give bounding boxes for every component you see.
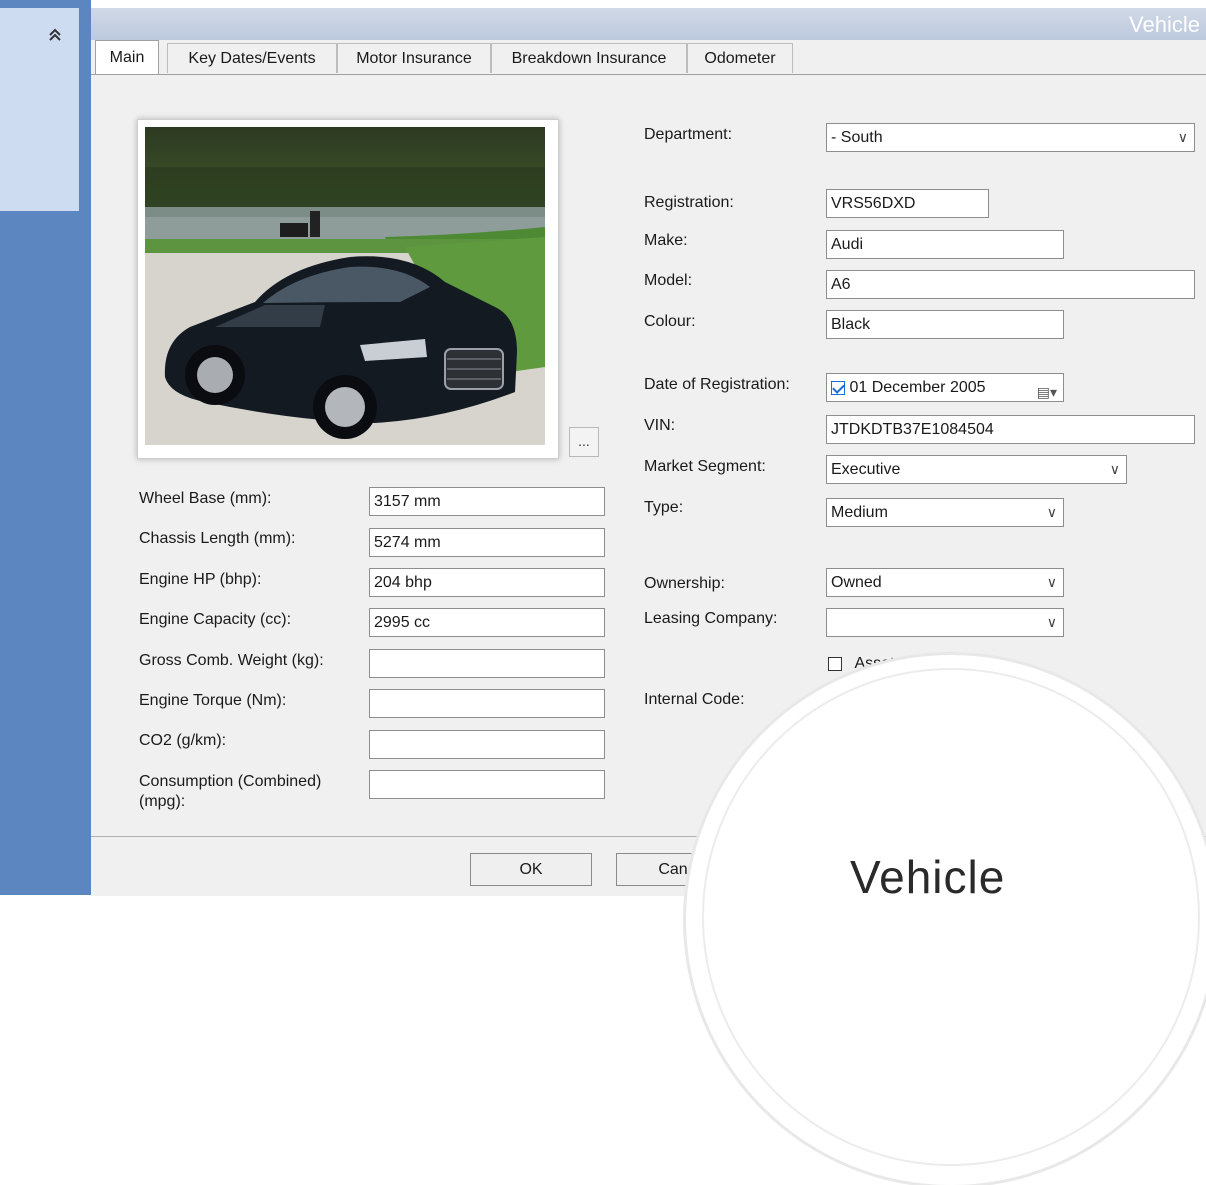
department-label: Department: xyxy=(644,126,733,143)
wheel-base-input[interactable]: 3157 mm xyxy=(369,487,605,516)
market-segment-value: Executive xyxy=(831,461,901,478)
consumption-label: Consumption (Combined) xyxy=(139,773,322,790)
tab-main[interactable]: Main xyxy=(95,40,159,74)
ownership-label: Ownership: xyxy=(644,575,725,592)
make-label: Make: xyxy=(644,232,688,249)
asset-checkbox[interactable] xyxy=(828,656,842,671)
model-input[interactable]: A6 xyxy=(826,270,1195,299)
date-of-registration-picker[interactable]: 01 December 2005 ▤▾ xyxy=(826,373,1064,402)
leasing-company-label: Leasing Company: xyxy=(644,610,778,627)
market-segment-select[interactable]: Executive ∨ xyxy=(826,455,1127,484)
vehicle-photo-frame xyxy=(137,119,559,459)
tab-strip: Main Key Dates/Events Motor Insurance Br… xyxy=(91,40,1206,74)
registration-input[interactable]: VRS56DXD xyxy=(826,189,989,218)
sidebar-header-panel xyxy=(0,8,79,211)
engine-hp-input[interactable]: 204 bhp xyxy=(369,568,605,597)
wheel-base-label: Wheel Base (mm): xyxy=(139,490,272,507)
vehicle-photo xyxy=(145,127,545,445)
ownership-select[interactable]: Owned ∨ xyxy=(826,568,1064,597)
chevron-down-icon: ∨ xyxy=(1046,504,1057,520)
window-titlebar: Vehicle xyxy=(91,8,1206,40)
type-label: Type: xyxy=(644,499,684,516)
chevron-down-icon: ∨ xyxy=(1177,129,1188,145)
date-of-registration-label: Date of Registration: xyxy=(644,376,790,393)
engine-capacity-label: Engine Capacity (cc): xyxy=(139,611,292,628)
registration-label: Registration: xyxy=(644,194,734,211)
vin-label: VIN: xyxy=(644,417,676,434)
engine-torque-label: Engine Torque (Nm): xyxy=(139,692,287,709)
type-value: Medium xyxy=(831,504,888,521)
type-select[interactable]: Medium ∨ xyxy=(826,498,1064,527)
model-label: Model: xyxy=(644,272,693,289)
department-value: - South xyxy=(831,129,883,146)
market-segment-label: Market Segment: xyxy=(644,458,766,475)
consumption-input[interactable] xyxy=(369,770,605,799)
chassis-length-input[interactable]: 5274 mm xyxy=(369,528,605,557)
engine-capacity-input[interactable]: 2995 cc xyxy=(369,608,605,637)
date-of-registration-value: 01 December 2005 xyxy=(849,379,986,396)
double-chevron-up-icon[interactable] xyxy=(48,26,62,47)
navigation-sidebar xyxy=(0,0,91,895)
chevron-down-icon: ∨ xyxy=(1109,461,1120,477)
tab-motor-insurance[interactable]: Motor Insurance xyxy=(337,43,491,73)
chassis-length-label: Chassis Length (mm): xyxy=(139,530,296,547)
date-enabled-checkbox[interactable] xyxy=(831,380,845,395)
make-input[interactable]: Audi xyxy=(826,230,1064,259)
gross-weight-input[interactable] xyxy=(369,649,605,678)
co2-input[interactable] xyxy=(369,730,605,759)
gross-weight-label: Gross Comb. Weight (kg): xyxy=(139,652,324,669)
internal-code-label: Internal Code: xyxy=(644,691,745,708)
ownership-value: Owned xyxy=(831,574,882,591)
co2-label: CO2 (g/km): xyxy=(139,732,227,749)
colour-input[interactable]: Black xyxy=(826,310,1064,339)
engine-hp-label: Engine HP (bhp): xyxy=(139,571,262,588)
overlay-caption: Vehicle xyxy=(850,851,1006,903)
vin-input[interactable]: JTDKDTB37E1084504 xyxy=(826,415,1195,444)
engine-torque-input[interactable] xyxy=(369,689,605,718)
ok-button[interactable]: OK xyxy=(470,853,592,886)
calendar-dropdown-icon[interactable]: ▤▾ xyxy=(1037,379,1057,401)
window-title: Vehicle xyxy=(1129,12,1200,37)
department-select[interactable]: - South ∨ xyxy=(826,123,1195,152)
chevron-down-icon: ∨ xyxy=(1046,574,1057,590)
tab-breakdown-insurance[interactable]: Breakdown Insurance xyxy=(491,43,687,73)
colour-label: Colour: xyxy=(644,313,696,330)
overlay-ring xyxy=(702,668,1200,1166)
browse-photo-button[interactable]: ... xyxy=(569,427,599,457)
tab-key-dates-events[interactable]: Key Dates/Events xyxy=(167,43,337,73)
tab-odometer[interactable]: Odometer xyxy=(687,43,793,73)
chevron-down-icon: ∨ xyxy=(1046,614,1057,630)
consumption-label-unit: (mpg): xyxy=(139,793,186,810)
leasing-company-select[interactable]: ∨ xyxy=(826,608,1064,637)
